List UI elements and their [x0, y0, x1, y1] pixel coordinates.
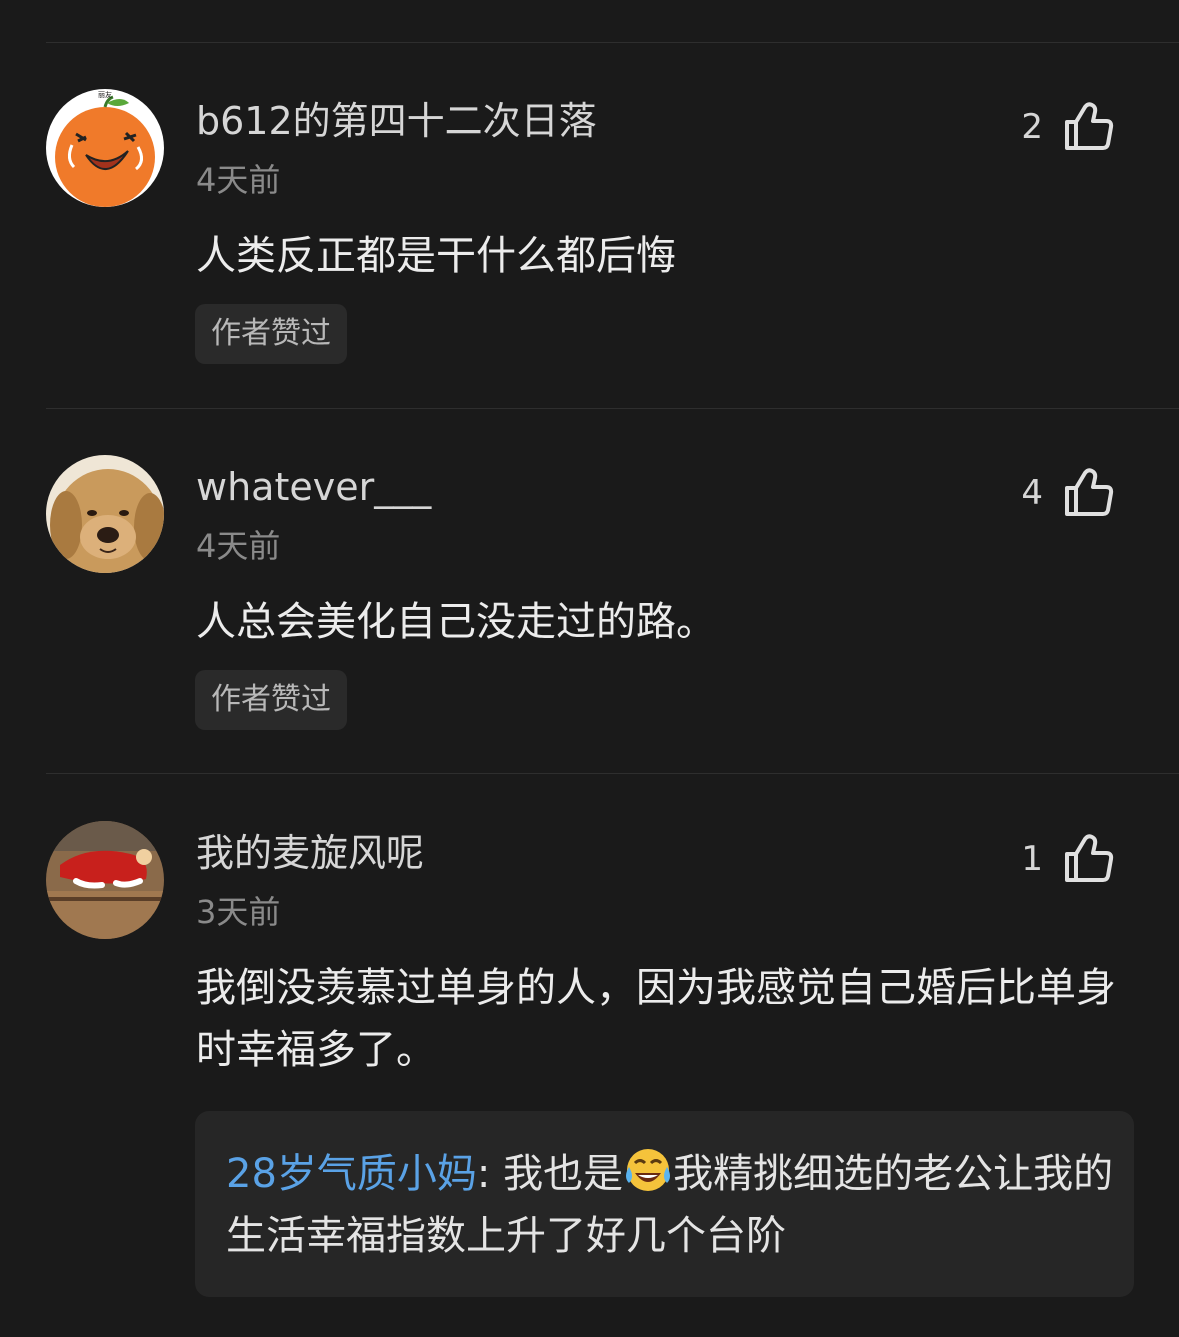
orange-cartoon-avatar: 丽友 — [46, 89, 164, 207]
comment-username[interactable]: b612的第四十二次日落 — [196, 97, 597, 145]
avatar[interactable]: 丽友 — [46, 89, 164, 207]
reply-text: 28岁气质小妈: 我也是 我精挑细选的老公让我的生活幸福指数上升了好几个台阶 — [226, 1143, 1116, 1267]
reply-text-start: 我也是 — [503, 1151, 624, 1197]
comment-divider — [46, 408, 1179, 409]
red-cloth-pet-avatar — [46, 821, 164, 939]
comment-time: 4天前 — [196, 527, 281, 565]
comment-username[interactable]: 我的麦旋风呢 — [196, 829, 424, 877]
avatar[interactable] — [46, 821, 164, 939]
comment-text: 我倒没羡慕过单身的人，因为我感觉自己婚后比单身时幸福多了。 — [196, 965, 1116, 1073]
reply-separator: : — [476, 1151, 491, 1197]
tears-of-joy-emoji-icon — [626, 1149, 671, 1191]
comment-text: 人总会美化自己没走过的路。 — [196, 599, 716, 645]
avatar[interactable] — [46, 455, 164, 573]
like-count: 1 — [1021, 839, 1043, 879]
reply-author[interactable]: 28岁气质小妈 — [226, 1151, 477, 1197]
top-divider — [46, 42, 1179, 43]
comment-time: 4天前 — [196, 161, 281, 199]
golden-retriever-avatar — [46, 455, 164, 573]
reply-preview[interactable]: 28岁气质小妈: 我也是 我精挑细选的老公让我的生活幸福指数上升了好几个台阶 — [195, 1111, 1134, 1297]
author-liked-badge: 作者赞过 — [195, 670, 347, 730]
comment-text: 人类反正都是干什么都后悔 — [196, 233, 676, 279]
thumbs-up-icon[interactable] — [1062, 832, 1116, 886]
thumbs-up-icon[interactable] — [1062, 466, 1116, 520]
comment-divider — [46, 773, 1179, 774]
author-liked-badge: 作者赞过 — [195, 304, 347, 364]
like-count: 4 — [1021, 473, 1043, 513]
avatar-label: 丽友 — [98, 90, 112, 99]
thumbs-up-icon[interactable] — [1062, 100, 1116, 154]
comment-time: 3天前 — [196, 893, 281, 931]
like-count: 2 — [1021, 107, 1043, 147]
comment-username[interactable]: whatever___ — [196, 463, 431, 511]
